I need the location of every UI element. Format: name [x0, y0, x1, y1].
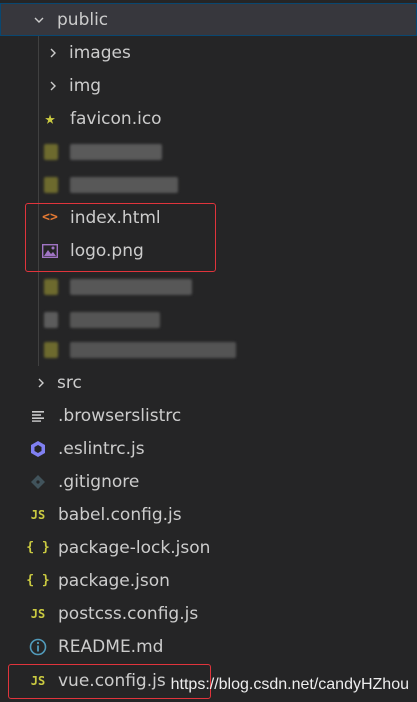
tree-item-redacted[interactable]: [0, 303, 417, 336]
redacted-icon: [44, 143, 58, 160]
tree-item-redacted[interactable]: [0, 270, 417, 303]
tree-item-label: .eslintrc.js: [58, 438, 145, 459]
tree-item-label: README.md: [58, 636, 164, 657]
json-icon: { }: [26, 540, 50, 555]
redacted-icon: [44, 176, 58, 193]
tree-item-images-folder[interactable]: images: [0, 36, 417, 69]
redacted-icon: [44, 341, 58, 358]
tree-item-label: src: [57, 372, 82, 393]
tree-item-img-folder[interactable]: img: [0, 69, 417, 102]
eslint-icon: [28, 439, 48, 459]
info-icon: [28, 637, 48, 657]
redacted-label: [70, 278, 192, 295]
watermark-text: https://blog.csdn.net/candyHZhou: [170, 676, 409, 693]
list-lines-icon: [28, 406, 48, 426]
tree-item-logo-png-file[interactable]: logo.png: [0, 234, 417, 267]
tree-item-favicon-file[interactable]: ★ favicon.ico: [0, 102, 417, 135]
tree-item-browserslistrc-file[interactable]: .browserslistrc: [0, 399, 417, 432]
tree-item-package-json-file[interactable]: { } package.json: [0, 564, 417, 597]
tree-item-label: images: [69, 42, 131, 63]
tree-item-label: .gitignore: [58, 471, 140, 492]
js-icon: JS: [30, 673, 46, 688]
tree-item-readme-file[interactable]: README.md: [0, 630, 417, 663]
git-icon: [28, 472, 48, 492]
tree-item-package-lock-file[interactable]: { } package-lock.json: [0, 531, 417, 564]
redacted-label: [70, 341, 236, 358]
tree-item-label: postcss.config.js: [58, 603, 199, 624]
tree-item-label: package-lock.json: [58, 537, 211, 558]
tree-item-redacted[interactable]: [0, 333, 417, 366]
tree-item-label: vue.config.js: [58, 670, 166, 691]
file-explorer-tree: public images img ★ favicon.ico <> index…: [0, 0, 417, 702]
redacted-label: [70, 143, 162, 160]
image-icon: [40, 241, 60, 261]
tree-item-label: logo.png: [70, 240, 144, 261]
redacted-label: [70, 311, 160, 328]
chevron-right-icon: [47, 47, 59, 59]
tree-item-label: img: [69, 75, 102, 96]
chevron-down-icon: [33, 14, 45, 26]
json-icon: { }: [26, 573, 50, 588]
html-icon: <>: [42, 210, 58, 225]
tree-item-redacted[interactable]: [0, 135, 417, 168]
tree-item-label: public: [57, 9, 109, 30]
tree-item-label: index.html: [70, 207, 161, 228]
redacted-icon: [44, 311, 58, 328]
js-icon: JS: [30, 606, 46, 621]
tree-item-babel-config-file[interactable]: JS babel.config.js: [0, 498, 417, 531]
js-icon: JS: [30, 507, 46, 522]
tree-item-gitignore-file[interactable]: .gitignore: [0, 465, 417, 498]
redacted-label: [70, 176, 178, 193]
tree-item-label: favicon.ico: [70, 108, 162, 129]
tree-item-label: package.json: [58, 570, 170, 591]
tree-item-redacted[interactable]: [0, 168, 417, 201]
tree-item-label: .browserslistrc: [58, 405, 182, 426]
star-icon: ★: [44, 108, 56, 129]
chevron-right-icon: [47, 80, 59, 92]
tree-item-src-folder[interactable]: src: [0, 366, 417, 399]
chevron-right-icon: [35, 377, 47, 389]
tree-item-postcss-config-file[interactable]: JS postcss.config.js: [0, 597, 417, 630]
redacted-icon: [44, 278, 58, 295]
tree-item-index-html-file[interactable]: <> index.html: [0, 201, 417, 234]
tree-item-public-folder[interactable]: public: [0, 3, 417, 36]
tree-item-eslintrc-file[interactable]: .eslintrc.js: [0, 432, 417, 465]
tree-item-label: babel.config.js: [58, 504, 182, 525]
